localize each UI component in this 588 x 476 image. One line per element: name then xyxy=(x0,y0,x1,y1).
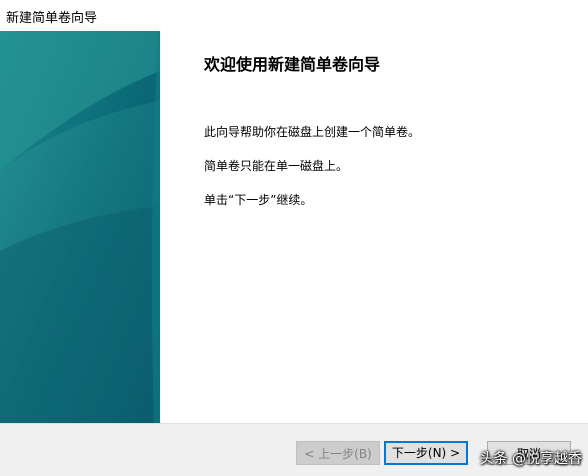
single-disk-note: 简单卷只能在单一磁盘上。 xyxy=(204,159,349,173)
wizard-banner-image xyxy=(0,31,160,423)
wizard-content: 欢迎使用新建简单卷向导 此向导帮助你在磁盘上创建一个简单卷。 简单卷只能在单一磁… xyxy=(160,31,588,423)
intro-paragraph: 此向导帮助你在磁盘上创建一个简单卷。 xyxy=(204,125,421,139)
next-button[interactable]: 下一步(N) > xyxy=(384,441,468,465)
wizard-window: 新建简单卷向导 欢迎使用新建简单卷向导 此向导帮助你在磁盘上创建一个简单卷。 简… xyxy=(0,0,588,476)
wizard-heading: 欢迎使用新建简单卷向导 xyxy=(204,55,381,74)
banner-graphic xyxy=(0,31,160,423)
continue-instruction: 单击“下一步”继续。 xyxy=(204,193,313,207)
window-title: 新建简单卷向导 xyxy=(6,11,98,26)
back-button[interactable]: < 上一步(B) xyxy=(296,441,380,465)
title-bar[interactable]: 新建简单卷向导 xyxy=(0,0,588,31)
watermark-text: 头条 @悦享越香 xyxy=(479,451,582,467)
